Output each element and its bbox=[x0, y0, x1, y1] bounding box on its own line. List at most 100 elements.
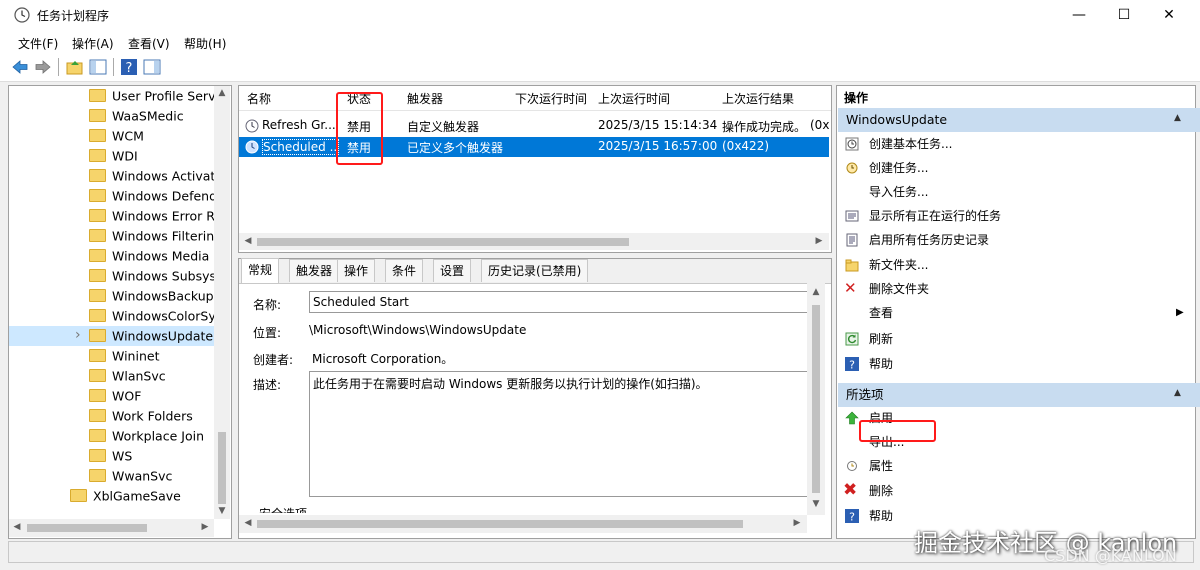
tree-item[interactable]: Work Folders bbox=[9, 406, 215, 426]
menu-view[interactable]: 查看(V) bbox=[128, 35, 170, 52]
scroll-right-icon[interactable]: ▶ bbox=[813, 236, 825, 246]
tree-item[interactable]: Windows Activatic bbox=[9, 166, 215, 186]
show-action-pane-icon[interactable] bbox=[143, 58, 161, 76]
tree-item[interactable]: Windows Subsyst bbox=[9, 266, 215, 286]
tab-triggers[interactable]: 触发器 bbox=[289, 259, 340, 282]
tree-item[interactable]: Wininet bbox=[9, 346, 215, 366]
expand-chevron-icon[interactable]: › bbox=[75, 327, 81, 343]
tree-item[interactable]: Workplace Join bbox=[9, 426, 215, 446]
column-header-next-run[interactable]: 下次运行时间 bbox=[515, 90, 587, 107]
column-header-trigger[interactable]: 触发器 bbox=[407, 90, 443, 107]
column-header-name[interactable]: 名称 bbox=[247, 90, 271, 107]
author-label: 创建者: bbox=[253, 353, 294, 367]
tree-item[interactable]: Windows Error Re bbox=[9, 206, 215, 226]
tree-item[interactable]: WS bbox=[9, 446, 215, 466]
minimize-button[interactable]: — bbox=[1056, 0, 1102, 31]
scroll-up-icon[interactable]: ▲ bbox=[807, 287, 825, 297]
scroll-left-icon[interactable]: ◀ bbox=[242, 518, 254, 528]
collapse-icon[interactable]: ▲ bbox=[1174, 388, 1181, 398]
action-properties[interactable]: 属性 bbox=[840, 455, 1190, 477]
refresh-icon bbox=[845, 332, 859, 346]
tree-item[interactable]: WOF bbox=[9, 386, 215, 406]
task-list-panel: 名称 状态 触发器 下次运行时间 上次运行时间 上次运行结果 Refresh G… bbox=[238, 85, 832, 253]
tree-item[interactable]: Windows Media S bbox=[9, 246, 215, 266]
action-create-task[interactable]: 创建任务... bbox=[840, 157, 1190, 179]
description-field[interactable]: 此任务用于在需要时启动 Windows 更新服务以执行计划的操作(如扫描)。 bbox=[309, 371, 809, 497]
column-header-last-run[interactable]: 上次运行时间 bbox=[598, 90, 670, 107]
details-horizontal-scrollbar[interactable]: ◀ ▶ bbox=[239, 515, 807, 533]
tree-item[interactable]: WwanSvc bbox=[9, 466, 215, 486]
tree-item[interactable]: Windows Filtering bbox=[9, 226, 215, 246]
watermark-subtext: CSDN @KANLON bbox=[1044, 546, 1177, 565]
task-last-result: (0x422) bbox=[722, 139, 770, 153]
tree-item-windowsupdate[interactable]: WindowsUpdate bbox=[9, 326, 215, 346]
task-name-field[interactable]: Scheduled Start bbox=[309, 291, 809, 313]
delete-x-icon: ✖ bbox=[843, 480, 858, 500]
tree-item[interactable]: WCM bbox=[9, 126, 215, 146]
collapse-icon[interactable]: ▲ bbox=[1174, 113, 1181, 123]
tree-item-root[interactable]: XblGameSave bbox=[9, 486, 215, 506]
tree-item[interactable]: WaaSMedic bbox=[9, 106, 215, 126]
tab-conditions[interactable]: 条件 bbox=[385, 259, 424, 282]
task-trigger: 自定义触发器 bbox=[407, 120, 480, 134]
scroll-thumb[interactable] bbox=[812, 305, 820, 493]
tree-horizontal-scrollbar[interactable]: ◀ ▶ bbox=[9, 519, 214, 537]
tree-item[interactable]: WindowsBackup bbox=[9, 286, 215, 306]
back-arrow-icon[interactable] bbox=[11, 58, 29, 76]
scroll-down-icon[interactable]: ▼ bbox=[807, 499, 825, 509]
action-enable-history[interactable]: 启用所有任务历史记录 bbox=[840, 229, 1190, 251]
scroll-left-icon[interactable]: ◀ bbox=[11, 522, 23, 532]
task-row-selected[interactable]: Scheduled ... 禁用 已定义多个触发器 2025/3/15 16:5… bbox=[239, 137, 829, 157]
action-delete[interactable]: ✖ 删除 bbox=[840, 480, 1190, 502]
section-header-windowsupdate[interactable]: WindowsUpdate bbox=[838, 108, 1200, 132]
menu-action[interactable]: 操作(A) bbox=[72, 35, 114, 52]
column-header-last-result[interactable]: 上次运行结果 bbox=[722, 90, 794, 107]
action-refresh[interactable]: 刷新 bbox=[840, 328, 1190, 350]
section-header-selected-item[interactable]: 所选项 bbox=[838, 383, 1200, 407]
properties-clock-icon bbox=[847, 461, 857, 471]
tab-history[interactable]: 历史记录(已禁用) bbox=[481, 259, 589, 282]
details-tab-bar: 常规 触发器 操作 条件 设置 历史记录(已禁用) bbox=[239, 258, 831, 284]
tree-item[interactable]: Windows Defende bbox=[9, 186, 215, 206]
action-show-running-tasks[interactable]: 显示所有正在运行的任务 bbox=[840, 205, 1190, 227]
help-icon: ? bbox=[845, 357, 859, 371]
scroll-up-icon[interactable]: ▲ bbox=[214, 88, 230, 98]
folder-icon bbox=[89, 469, 106, 482]
tree-item[interactable]: User Profile Servi bbox=[9, 86, 215, 106]
task-list-horizontal-scrollbar[interactable]: ◀ ▶ bbox=[239, 233, 829, 250]
tree-item[interactable]: WlanSvc bbox=[9, 366, 215, 386]
action-view[interactable]: 查看 bbox=[840, 302, 1190, 324]
forward-arrow-icon[interactable] bbox=[34, 58, 52, 76]
action-delete-folder[interactable]: ✕ 删除文件夹 bbox=[840, 278, 1190, 300]
scroll-thumb[interactable] bbox=[257, 238, 629, 246]
menu-file[interactable]: 文件(F) bbox=[18, 35, 58, 52]
action-import-task[interactable]: 导入任务... bbox=[840, 181, 1190, 203]
scroll-right-icon[interactable]: ▶ bbox=[199, 522, 211, 532]
help-icon[interactable]: ? bbox=[120, 58, 138, 76]
task-row[interactable]: Refresh Gr... 禁用 自定义触发器 2025/3/15 15:14:… bbox=[239, 116, 829, 136]
action-help[interactable]: ? 帮助 bbox=[840, 353, 1190, 375]
tree-vertical-scrollbar[interactable]: ▲ ▼ bbox=[214, 86, 230, 519]
show-hide-tree-icon[interactable] bbox=[89, 58, 107, 76]
action-create-basic-task[interactable]: 创建基本任务... bbox=[840, 133, 1190, 155]
tree-item[interactable]: WDI bbox=[9, 146, 215, 166]
tab-settings[interactable]: 设置 bbox=[433, 259, 472, 282]
action-new-folder[interactable]: 新文件夹... bbox=[840, 254, 1190, 276]
menu-help[interactable]: 帮助(H) bbox=[184, 35, 226, 52]
folder-icon bbox=[89, 169, 106, 182]
up-folder-icon[interactable] bbox=[66, 58, 84, 76]
maximize-button[interactable]: ☐ bbox=[1101, 0, 1147, 31]
scroll-thumb[interactable] bbox=[218, 432, 226, 504]
scroll-right-icon[interactable]: ▶ bbox=[791, 518, 803, 528]
folder-icon bbox=[89, 189, 106, 202]
scroll-down-icon[interactable]: ▼ bbox=[214, 506, 230, 516]
folder-icon bbox=[89, 109, 106, 122]
close-button[interactable]: ✕ bbox=[1146, 0, 1192, 31]
tree-item[interactable]: WindowsColorSys bbox=[9, 306, 215, 326]
tab-general[interactable]: 常规 bbox=[241, 258, 280, 283]
scroll-thumb[interactable] bbox=[27, 524, 147, 532]
tab-actions[interactable]: 操作 bbox=[337, 259, 376, 282]
scroll-left-icon[interactable]: ◀ bbox=[242, 236, 254, 246]
details-vertical-scrollbar[interactable]: ▲ ▼ bbox=[807, 283, 825, 515]
scroll-thumb[interactable] bbox=[257, 520, 743, 528]
